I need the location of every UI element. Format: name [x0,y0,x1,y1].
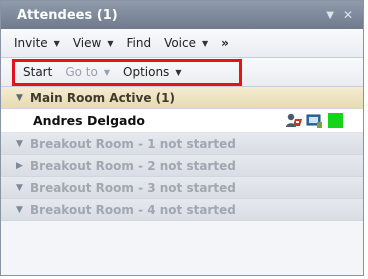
online-status-square [328,113,343,128]
video-board-icon [306,114,322,128]
goto-button-label: Go to [65,65,98,79]
attendee-list: ▼ Main Room Active (1) Andres Delgado ▼ … [1,87,363,221]
chevron-down-icon: ▼ [107,38,114,48]
panel-empty-area [1,263,363,275]
panel-menu-dropdown-icon[interactable]: ▼ [326,10,334,21]
options-button[interactable]: Options ▼ [123,65,181,79]
group-label: Breakout Room - 2 not started [30,158,236,173]
chevron-right-icon[interactable]: ▶ [16,161,30,171]
toolbar-highlight-box: Start Go to ▼ Options ▼ [12,58,242,86]
menu-voice-label: Voice [164,36,196,50]
presenter-user-icon [286,113,302,127]
chevron-down-icon[interactable]: ▼ [16,183,30,193]
attendees-panel: Attendees (1) ▼ ✕ Invite ▼ View ▼ Find V… [0,0,364,276]
chevron-down-icon: ▼ [103,67,110,77]
menu-invite[interactable]: Invite ▼ [14,36,60,50]
chevron-down-icon: ▼ [53,38,60,48]
chevron-down-icon[interactable]: ▼ [16,205,30,215]
goto-button[interactable]: Go to ▼ [65,65,110,79]
group-breakout-room-1[interactable]: ▼ Breakout Room - 1 not started [1,133,363,155]
group-label: Breakout Room - 3 not started [30,180,236,195]
attendee-row[interactable]: Andres Delgado [1,109,363,133]
start-button[interactable]: Start [23,65,52,79]
menubar: Invite ▼ View ▼ Find Voice ▼ » [1,29,363,58]
start-button-label: Start [23,65,53,79]
group-label: Main Room Active (1) [30,90,175,105]
group-breakout-room-4[interactable]: ▼ Breakout Room - 4 not started [1,199,363,221]
menu-more-button[interactable]: » [221,36,229,50]
group-breakout-room-3[interactable]: ▼ Breakout Room - 3 not started [1,177,363,199]
panel-titlebar: Attendees (1) ▼ ✕ [1,1,363,29]
menu-view-label: View [72,36,102,50]
chevron-down-icon[interactable]: ▼ [16,93,30,103]
options-button-label: Options [123,65,170,79]
chevron-down-icon[interactable]: ▼ [16,139,30,149]
group-label: Breakout Room - 1 not started [30,136,236,151]
menu-view[interactable]: View ▼ [73,36,114,50]
menu-find[interactable]: Find [126,36,151,50]
menu-find-label: Find [126,36,152,50]
chevron-down-icon: ▼ [202,38,209,48]
menu-invite-label: Invite [14,36,48,50]
titlebar-controls: ▼ ✕ [326,8,353,22]
menu-voice[interactable]: Voice ▼ [164,36,208,50]
close-icon[interactable]: ✕ [343,8,353,22]
attendee-status-icons [285,113,343,129]
room-toolbar: Start Go to ▼ Options ▼ [1,58,363,87]
panel-title: Attendees (1) [17,7,118,23]
group-breakout-room-2[interactable]: ▶ Breakout Room - 2 not started [1,155,363,177]
group-main-room[interactable]: ▼ Main Room Active (1) [1,87,363,109]
group-label: Breakout Room - 4 not started [30,202,236,217]
attendee-name: Andres Delgado [33,113,146,128]
chevron-down-icon: ▼ [175,67,182,77]
